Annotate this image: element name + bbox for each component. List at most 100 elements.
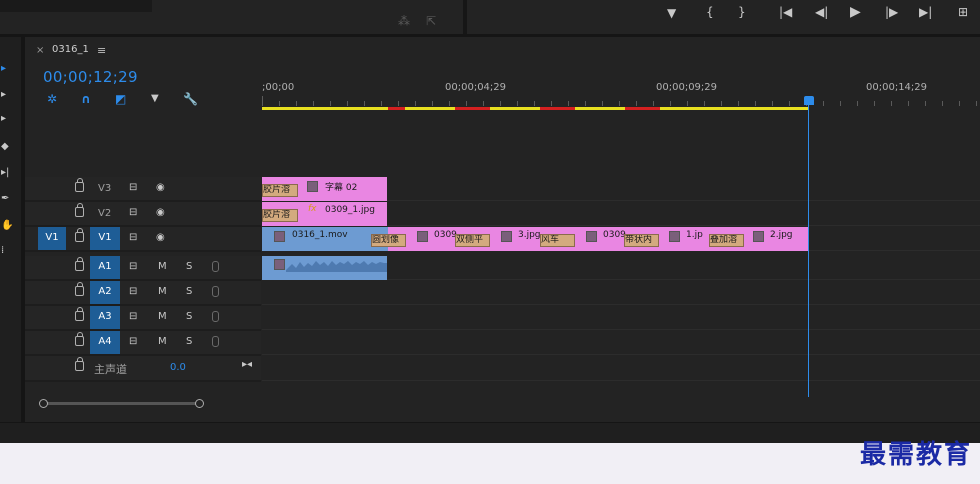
selection-tool-icon[interactable]: ▸ — [1, 63, 11, 75]
microphone-icon[interactable] — [212, 286, 219, 297]
ruler-tick — [619, 101, 620, 106]
track-name[interactable]: A4 — [90, 331, 120, 354]
lock-track-icon[interactable] — [75, 282, 84, 296]
transition-v1[interactable]: 叠加溶 — [709, 234, 744, 247]
track-name[interactable]: A1 — [90, 256, 120, 279]
transition-v3[interactable]: 胶片溶 — [262, 184, 298, 197]
hand-tool-icon[interactable]: ✋ — [1, 220, 13, 232]
mute-button[interactable]: M — [158, 336, 167, 347]
track-header-v1[interactable]: V1 V1 ⊟ ◉ — [25, 227, 261, 252]
track-header-master[interactable]: 主声道 0.0 ▸◂ — [25, 356, 261, 382]
playhead-line[interactable] — [808, 100, 809, 397]
mute-button[interactable]: M — [158, 286, 167, 297]
track-lane-a2[interactable] — [262, 281, 980, 305]
eye-icon[interactable]: ◉ — [156, 232, 165, 243]
step-back-icon[interactable]: ◀| — [815, 5, 828, 19]
snap-icon[interactable]: ∩ — [81, 92, 91, 106]
playhead-timecode[interactable]: 00;00;12;29 — [43, 68, 138, 86]
slip-tool-icon[interactable]: ▸| — [1, 167, 11, 179]
add-marker-icon[interactable]: ▼ — [151, 92, 159, 106]
lock-track-icon[interactable] — [75, 332, 84, 346]
timeline-zoom-scrollbar[interactable] — [40, 402, 202, 405]
go-to-next-edit-icon[interactable]: ▸◂ — [242, 359, 252, 370]
solo-button[interactable]: S — [186, 336, 192, 347]
track-name[interactable]: A2 — [90, 281, 120, 304]
track-header-a1[interactable]: A1 ⊟ M S — [25, 256, 261, 281]
ruler-tick — [823, 101, 824, 106]
transition-v1[interactable]: 风车 — [540, 234, 575, 247]
transition-v1[interactable]: 带状内 — [624, 234, 659, 247]
ruler-tick — [551, 101, 552, 106]
track-name[interactable]: V1 — [90, 227, 120, 250]
insert-icon[interactable]: ⁂ — [398, 14, 410, 28]
toggle-sync-lock-icon[interactable]: ⊟ — [129, 261, 137, 272]
solo-button[interactable]: S — [186, 311, 192, 322]
source-patch-v1[interactable]: V1 — [38, 227, 66, 250]
mark-in-icon[interactable]: { — [706, 5, 714, 19]
microphone-icon[interactable] — [212, 311, 219, 322]
clip-v2[interactable]: 胶片溶 fx 0309_1.jpg — [262, 202, 387, 226]
solo-button[interactable]: S — [186, 261, 192, 272]
track-lane-master[interactable] — [262, 356, 980, 381]
lock-track-icon[interactable] — [75, 257, 84, 271]
mute-button[interactable]: M — [158, 311, 167, 322]
pen-tool-icon[interactable]: ✒ — [1, 193, 11, 205]
toggle-sync-lock-icon[interactable]: ⊟ — [129, 232, 137, 243]
close-tab-icon[interactable]: × — [36, 45, 44, 56]
add-marker-icon[interactable]: ▼ — [667, 6, 676, 20]
panel-menu-icon[interactable]: ≡ — [97, 44, 106, 57]
microphone-icon[interactable] — [212, 261, 219, 272]
toggle-sync-lock-icon[interactable]: ⊟ — [129, 311, 137, 322]
wrench-icon[interactable]: 🔧 — [183, 92, 198, 106]
lift-icon[interactable]: ⊞ — [958, 5, 968, 19]
ripple-edit-tool-icon[interactable]: ▸ — [1, 113, 11, 125]
step-forward-icon[interactable]: |▶ — [885, 5, 898, 19]
export-frame-icon[interactable]: ⇱ — [426, 14, 436, 28]
track-header-v2[interactable]: V2 ⊟ ◉ — [25, 202, 261, 227]
toggle-sync-lock-icon[interactable]: ⊟ — [129, 207, 137, 218]
scrollbar-right-handle[interactable] — [195, 399, 204, 408]
go-to-out-icon[interactable]: ▶| — [919, 5, 932, 19]
clip-v1-mov[interactable]: 0316_1.mov — [262, 227, 388, 251]
track-header-a2[interactable]: A2 ⊟ M S — [25, 281, 261, 306]
zoom-tool-icon[interactable]: ⁞ — [1, 245, 11, 257]
track-header-a3[interactable]: A3 ⊟ M S — [25, 306, 261, 331]
track-lane-a4[interactable] — [262, 331, 980, 355]
scrollbar-left-handle[interactable] — [39, 399, 48, 408]
playhead-handle[interactable] — [804, 96, 814, 105]
go-to-in-icon[interactable]: |◀ — [779, 5, 792, 19]
mark-out-icon[interactable]: } — [738, 5, 746, 19]
ruler-tick — [602, 101, 603, 106]
ruler-tick — [347, 101, 348, 106]
track-header-v3[interactable]: V3 ⊟ ◉ — [25, 177, 261, 202]
track-header-a4[interactable]: A4 ⊟ M S — [25, 331, 261, 356]
transition-v1[interactable]: 圆划像 — [371, 234, 406, 247]
nest-sequence-icon[interactable]: ✲ — [47, 92, 57, 106]
lock-track-icon[interactable] — [75, 307, 84, 321]
eye-icon[interactable]: ◉ — [156, 207, 165, 218]
razor-tool-icon[interactable]: ◆ — [1, 141, 11, 153]
mute-button[interactable]: M — [158, 261, 167, 272]
solo-button[interactable]: S — [186, 286, 192, 297]
clip-v3[interactable]: 胶片溶 字幕 02 — [262, 177, 387, 201]
track-lane-a3[interactable] — [262, 306, 980, 330]
lock-track-icon[interactable] — [75, 178, 84, 192]
transition-v2[interactable]: 胶片溶 — [262, 209, 298, 222]
clip-a1-audio[interactable] — [262, 256, 387, 280]
toggle-sync-lock-icon[interactable]: ⊟ — [129, 182, 137, 193]
track-name[interactable]: A3 — [90, 306, 120, 329]
transition-v1[interactable]: 双侧平 — [455, 234, 490, 247]
master-volume-value[interactable]: 0.0 — [170, 362, 186, 373]
microphone-icon[interactable] — [212, 336, 219, 347]
linked-selection-icon[interactable]: ◩ — [115, 92, 126, 106]
lock-track-icon[interactable] — [75, 357, 84, 371]
sequence-tab-title[interactable]: 0316_1 — [52, 44, 89, 55]
lock-track-icon[interactable] — [75, 228, 84, 242]
play-icon[interactable]: ▶ — [850, 5, 861, 19]
toggle-sync-lock-icon[interactable]: ⊟ — [129, 336, 137, 347]
toggle-sync-lock-icon[interactable]: ⊟ — [129, 286, 137, 297]
lock-track-icon[interactable] — [75, 203, 84, 217]
clip-v1-group[interactable]: 0316_1.mov 圆划像 0309 双侧平 3.jpg 风车 0309 带状… — [262, 227, 808, 251]
track-select-tool-icon[interactable]: ▸ — [1, 89, 11, 101]
eye-icon[interactable]: ◉ — [156, 182, 165, 193]
